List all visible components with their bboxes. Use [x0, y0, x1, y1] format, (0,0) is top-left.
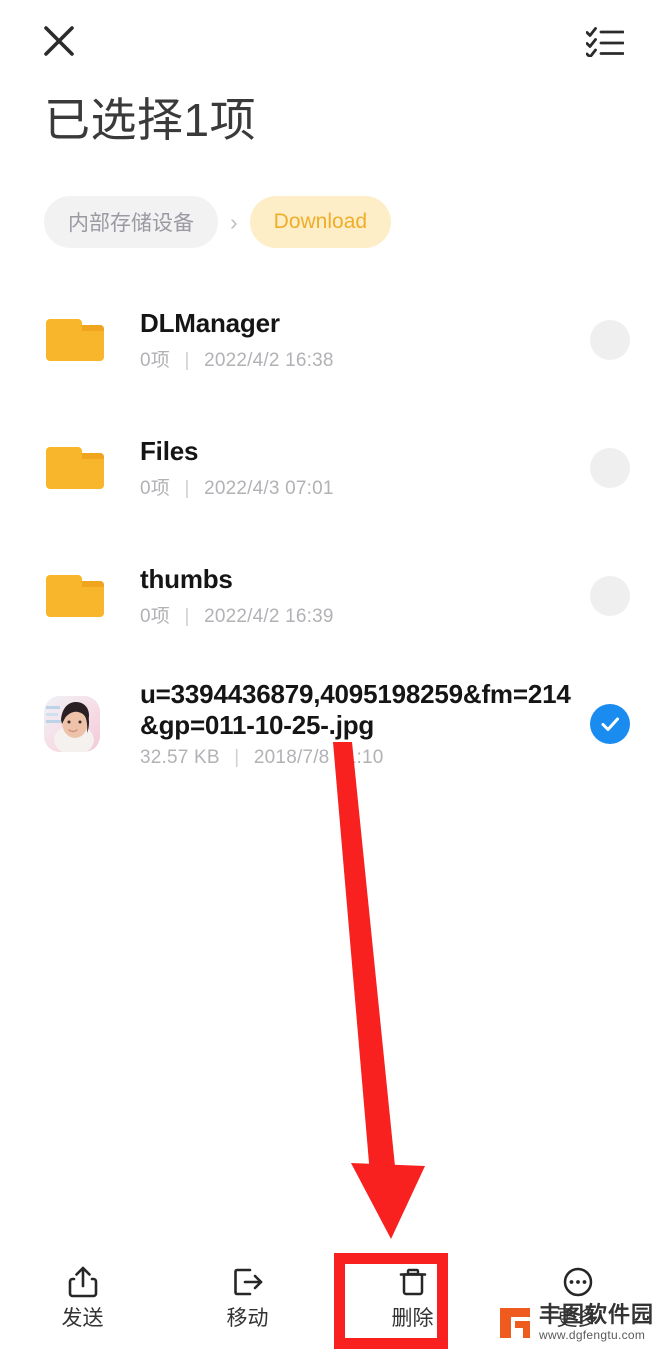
breadcrumb-separator-icon: ›: [230, 208, 238, 235]
list-item[interactable]: DLManager 0项 | 2022/4/2 16:38: [0, 276, 660, 404]
file-meta: 0项 | 2022/4/2 16:38: [140, 345, 578, 372]
row-icon: [44, 315, 116, 365]
delete-button[interactable]: 删除: [330, 1244, 495, 1349]
file-date: 2022/4/2 16:39: [204, 606, 334, 628]
meta-separator: |: [184, 606, 190, 628]
row-icon: [44, 443, 116, 493]
file-meta: 32.57 KB | 2018/7/8 01:10: [140, 747, 578, 769]
file-meta: 0项 | 2022/4/3 07:01: [140, 473, 578, 500]
breadcrumb-item-download[interactable]: Download: [249, 196, 392, 248]
breadcrumb-item-label: 内部存储设备: [68, 212, 194, 235]
portrait-thumbnail-icon: [44, 696, 100, 752]
page-title: 已选择1项: [44, 94, 257, 146]
trash-can-icon: [399, 1268, 426, 1295]
file-name: u=3394436879,4095198259&fm=214&gp=011-10…: [140, 678, 571, 740]
watermark-url: www.dgfengtu.com: [538, 1328, 646, 1342]
row-text: DLManager 0项 | 2022/4/2 16:38: [116, 308, 590, 373]
file-date: 2022/4/3 07:01: [204, 478, 334, 500]
file-meta: 0项 | 2022/4/2 16:39: [140, 601, 578, 628]
tool-label: 移动: [226, 1306, 269, 1330]
watermark-name: 丰图软件园: [538, 1302, 654, 1327]
folder-icon: [46, 575, 104, 617]
move-arrow-out-icon: [233, 1268, 262, 1295]
close-icon: [44, 26, 74, 56]
meta-separator: |: [234, 747, 240, 769]
folder-icon: [46, 319, 104, 361]
breadcrumb-item-internal-storage[interactable]: 内部存储设备: [44, 196, 218, 248]
list-item[interactable]: thumbs 0项 | 2022/4/2 16:39: [0, 532, 660, 660]
tool-label: 发送: [61, 1306, 104, 1330]
file-manager-screen: 已选择1项 内部存储设备 › Download DLManager 0项 | 2…: [0, 0, 660, 1349]
select-all-checklist-icon: [586, 27, 624, 57]
share-upload-icon: [68, 1266, 97, 1297]
row-checkbox-selected[interactable]: [590, 704, 630, 744]
send-button[interactable]: 发送: [0, 1244, 165, 1349]
file-size: 32.57 KB: [140, 747, 220, 769]
checkmark-icon: [601, 717, 619, 731]
row-checkbox[interactable]: [590, 576, 630, 616]
watermark-logo-icon: [499, 1307, 530, 1338]
file-size: 0项: [140, 478, 170, 500]
more-ellipsis-circle-icon: [563, 1267, 592, 1296]
row-checkbox[interactable]: [590, 448, 630, 488]
row-icon: [44, 696, 116, 752]
watermark-text: 丰图软件园 www.dgfengtu.com: [538, 1302, 654, 1342]
breadcrumb: 内部存储设备 › Download: [44, 196, 392, 248]
row-checkbox[interactable]: [590, 320, 630, 360]
top-bar: [0, 0, 660, 82]
file-date: 2022/4/2 16:38: [204, 350, 334, 372]
meta-separator: |: [184, 350, 190, 372]
file-name: DLManager: [140, 307, 280, 338]
file-size: 0项: [140, 350, 170, 372]
image-thumbnail: [44, 696, 100, 752]
list-item[interactable]: u=3394436879,4095198259&fm=214&gp=011-10…: [0, 660, 660, 788]
select-all-button[interactable]: [586, 25, 624, 57]
file-name: thumbs: [140, 563, 233, 594]
file-name: Files: [140, 435, 199, 466]
list-item[interactable]: Files 0项 | 2022/4/3 07:01: [0, 404, 660, 532]
row-text: Files 0项 | 2022/4/3 07:01: [116, 436, 590, 501]
row-text: u=3394436879,4095198259&fm=214&gp=011-10…: [116, 679, 590, 769]
file-size: 0项: [140, 606, 170, 628]
meta-separator: |: [184, 478, 190, 500]
tool-label: 删除: [391, 1306, 434, 1330]
file-date: 2018/7/8 01:10: [253, 747, 384, 769]
move-button[interactable]: 移动: [165, 1244, 330, 1349]
file-list: DLManager 0项 | 2022/4/2 16:38 Files 0项 |…: [0, 276, 660, 788]
watermark: 丰图软件园 www.dgfengtu.com: [498, 1304, 654, 1341]
breadcrumb-item-label: Download: [273, 210, 368, 233]
close-button[interactable]: [42, 24, 76, 58]
row-text: thumbs 0项 | 2022/4/2 16:39: [116, 564, 590, 629]
row-icon: [44, 571, 116, 621]
folder-icon: [46, 447, 104, 489]
